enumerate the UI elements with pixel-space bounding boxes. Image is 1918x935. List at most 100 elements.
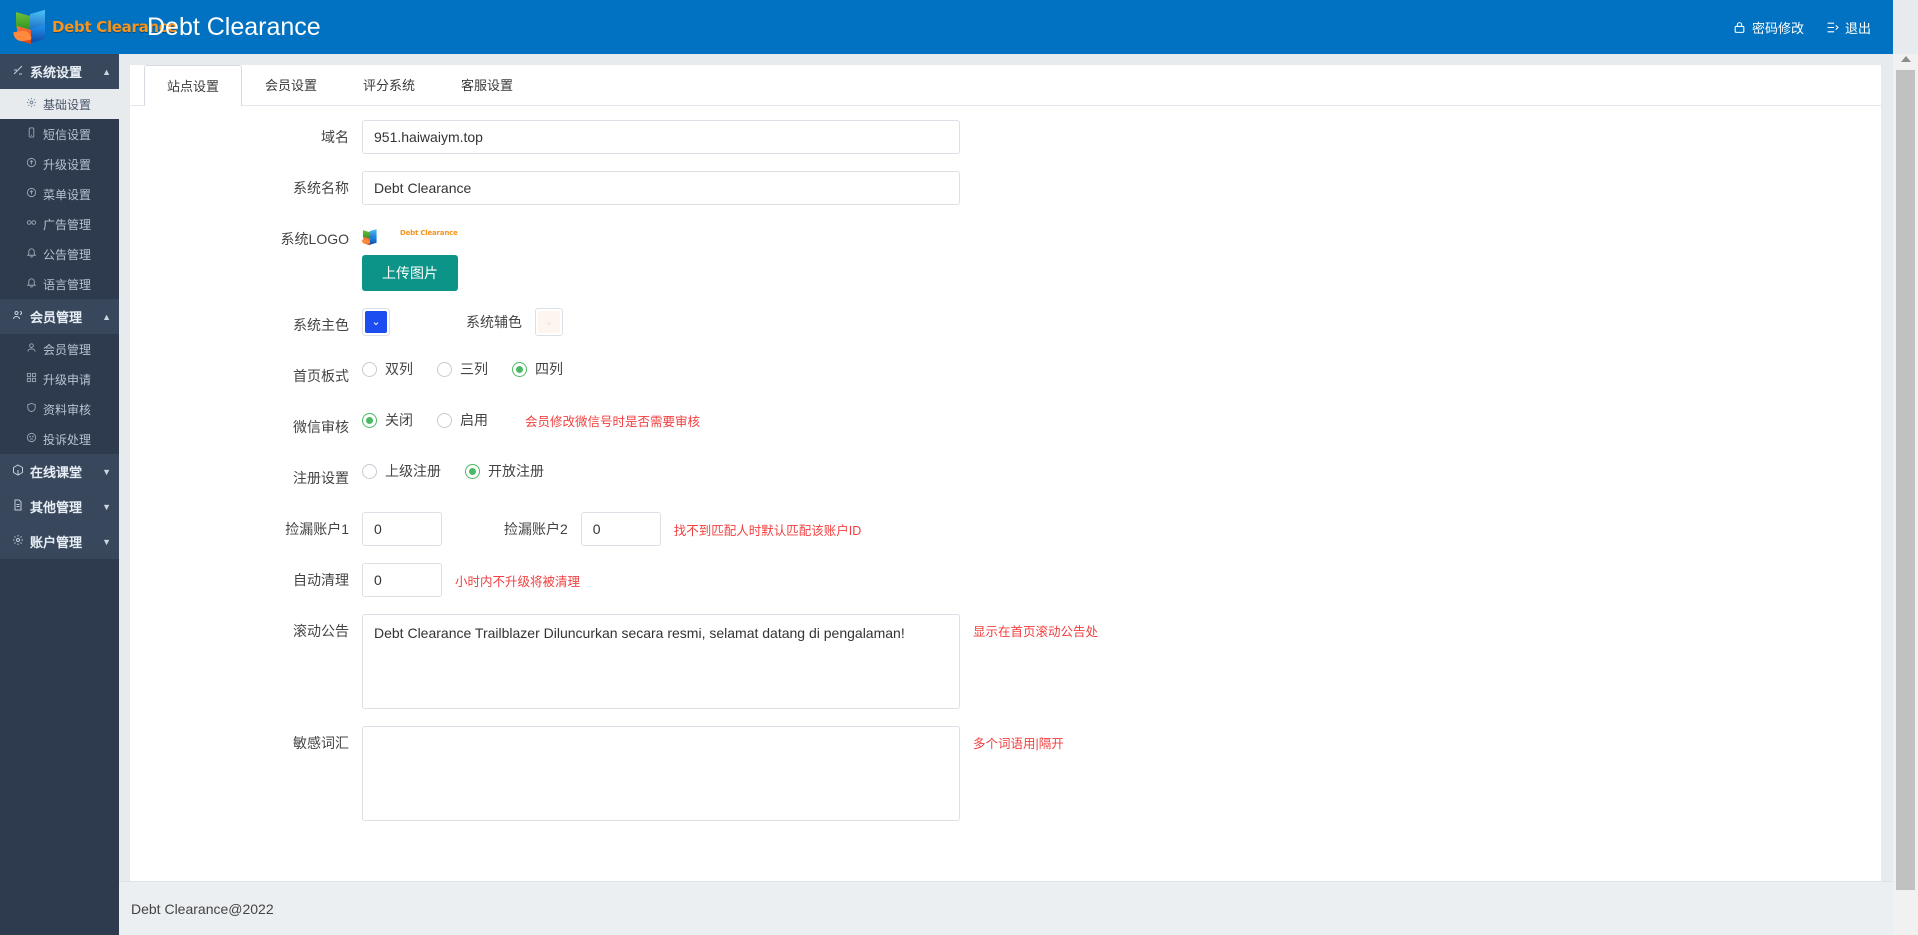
sidebar-item-label: 投诉处理 <box>43 431 91 448</box>
scrollbar-thumb[interactable] <box>1896 70 1915 890</box>
pickup-account-1-input[interactable] <box>362 512 442 546</box>
radio-label: 上级注册 <box>385 461 441 481</box>
cube-logo-icon <box>362 229 378 237</box>
logout-link[interactable]: 退出 <box>1826 18 1871 37</box>
scroll-notice-textarea[interactable]: Debt Clearance Trailblazer Diluncurkan s… <box>362 614 960 709</box>
form-row-sensitive-words: 敏感词汇 多个词语用|隔开 <box>130 726 1881 821</box>
tab-site-settings[interactable]: 站点设置 <box>144 65 242 106</box>
auto-clean-input[interactable] <box>362 563 442 597</box>
primary-color-swatch[interactable]: ⌄ <box>362 308 390 336</box>
tab-rating-system[interactable]: 评分系统 <box>340 65 438 105</box>
domain-field-wrap <box>362 120 960 154</box>
radio-dot <box>362 413 377 428</box>
mobile-icon <box>24 127 38 141</box>
sidebar-item-sms-settings[interactable]: 短信设置 <box>0 119 119 149</box>
chevron-down-icon: ⌄ <box>544 317 553 328</box>
sidebar-item-label: 菜单设置 <box>43 186 91 203</box>
user-icon <box>24 342 38 356</box>
sidebar-item-ad-management[interactable]: 广告管理 <box>0 209 119 239</box>
sidebar-group-label: 其他管理 <box>30 497 82 516</box>
radio-label: 关闭 <box>385 410 413 430</box>
wechat-review-hint: 会员修改微信号时是否需要审核 <box>525 411 700 430</box>
tab-member-settings[interactable]: 会员设置 <box>242 65 340 105</box>
sensitive-words-hint: 多个词语用|隔开 <box>973 733 1064 752</box>
auto-clean-hint: 小时内不升级将被清理 <box>455 571 580 590</box>
sidebar-item-language-management[interactable]: 语言管理 <box>0 269 119 299</box>
top-header: Debt Clearance Debt Clearance 密码修改 退出 <box>0 0 1893 54</box>
pickup-account-2-input[interactable] <box>581 512 661 546</box>
home-layout-option-four-col[interactable]: 四列 <box>512 359 563 379</box>
sidebar-group-other-management[interactable]: 其他管理 ▼ <box>0 489 119 524</box>
register-option-upline[interactable]: 上级注册 <box>362 461 441 481</box>
arrow-up-circle-icon <box>24 187 38 201</box>
sidebar-item-members[interactable]: 会员管理 <box>0 334 119 364</box>
radio-label: 双列 <box>385 359 413 379</box>
scroll-up-arrow-icon[interactable] <box>1901 56 1911 62</box>
site-settings-form: 域名 系统名称 系统LOGO <box>130 106 1881 821</box>
sensitive-words-label: 敏感词汇 <box>130 726 362 756</box>
sidebar-item-upgrade-request[interactable]: 升级申请 <box>0 364 119 394</box>
form-row-system-logo: 系统LOGO Debt Clearance 上传图片 <box>130 222 1881 291</box>
pickup-account-1-label: 捡漏账户1 <box>130 512 362 546</box>
sidebar-item-menu-settings[interactable]: 菜单设置 <box>0 179 119 209</box>
form-row-domain: 域名 <box>130 120 1881 154</box>
brand-logo[interactable]: Debt Clearance <box>0 0 119 54</box>
link-icon <box>24 217 38 231</box>
domain-input[interactable] <box>362 120 960 154</box>
wechat-review-option-on[interactable]: 启用 <box>437 410 488 430</box>
home-layout-option-two-col[interactable]: 双列 <box>362 359 413 379</box>
chevron-down-icon: ▼ <box>102 537 111 547</box>
radio-label: 四列 <box>535 359 563 379</box>
gear-icon <box>24 97 38 111</box>
radio-dot <box>362 464 377 479</box>
chevron-down-icon: ▼ <box>102 502 111 512</box>
sidebar-item-basic-settings[interactable]: 基础设置 <box>0 89 119 119</box>
form-row-home-layout: 首页板式 双列 三列 四列 <box>130 359 1881 393</box>
sidebar-item-label: 公告管理 <box>43 246 91 263</box>
change-password-link[interactable]: 密码修改 <box>1733 18 1804 37</box>
system-name-input[interactable] <box>362 171 960 205</box>
sensitive-words-textarea[interactable] <box>362 726 960 821</box>
sidebar-group-member-management[interactable]: 会员管理 ▲ <box>0 299 119 334</box>
home-layout-label: 首页板式 <box>130 359 362 393</box>
register-setting-label: 注册设置 <box>130 461 362 495</box>
tab-bar: 站点设置 会员设置 评分系统 客服设置 <box>130 65 1881 106</box>
home-layout-options: 双列 三列 四列 <box>362 359 587 379</box>
sidebar-item-label: 语言管理 <box>43 276 91 293</box>
gear-icon <box>11 534 25 549</box>
sidebar-group-online-classroom[interactable]: 在线课堂 ▼ <box>0 454 119 489</box>
arrow-up-circle-icon <box>24 157 38 171</box>
colors-field-wrap: ⌄ 系统辅色 ⌄ <box>362 308 563 336</box>
system-name-label: 系统名称 <box>130 171 362 205</box>
sidebar: 系统设置 ▲ 基础设置 短信设置 升级设置 菜单设置 <box>0 54 119 935</box>
sidebar-group-account-management[interactable]: 账户管理 ▼ <box>0 524 119 559</box>
sidebar-item-document-review[interactable]: 资料审核 <box>0 394 119 424</box>
wechat-review-option-off[interactable]: 关闭 <box>362 410 413 430</box>
radio-dot <box>362 362 377 377</box>
sliders-icon <box>11 64 25 79</box>
sidebar-item-notice-management[interactable]: 公告管理 <box>0 239 119 269</box>
radio-label: 启用 <box>460 410 488 430</box>
grid-icon <box>24 372 38 386</box>
sidebar-item-label: 短信设置 <box>43 126 91 143</box>
sidebar-group-system-settings[interactable]: 系统设置 ▲ <box>0 54 119 89</box>
secondary-color-swatch[interactable]: ⌄ <box>535 308 563 336</box>
sidebar-group-label: 账户管理 <box>30 532 82 551</box>
sidebar-item-upgrade-settings[interactable]: 升级设置 <box>0 149 119 179</box>
wechat-review-options: 关闭 启用 会员修改微信号时是否需要审核 <box>362 410 700 430</box>
shield-icon <box>24 402 38 416</box>
upload-image-button[interactable]: 上传图片 <box>362 255 458 291</box>
app-root: Debt Clearance Debt Clearance 密码修改 退出 <box>0 0 1918 935</box>
home-layout-option-three-col[interactable]: 三列 <box>437 359 488 379</box>
sidebar-group-label: 在线课堂 <box>30 462 82 481</box>
lock-icon <box>1733 21 1746 34</box>
sidebar-item-complaint-handling[interactable]: 投诉处理 <box>0 424 119 454</box>
page-scrollbar[interactable] <box>1893 54 1918 935</box>
scroll-notice-field-wrap: Debt Clearance Trailblazer Diluncurkan s… <box>362 614 1098 709</box>
radio-label: 开放注册 <box>488 461 544 481</box>
cube-icon <box>11 464 25 479</box>
sidebar-group-label: 系统设置 <box>30 62 82 81</box>
cube-logo-icon <box>14 10 48 44</box>
register-option-open[interactable]: 开放注册 <box>465 461 544 481</box>
tab-support-settings[interactable]: 客服设置 <box>438 65 536 105</box>
